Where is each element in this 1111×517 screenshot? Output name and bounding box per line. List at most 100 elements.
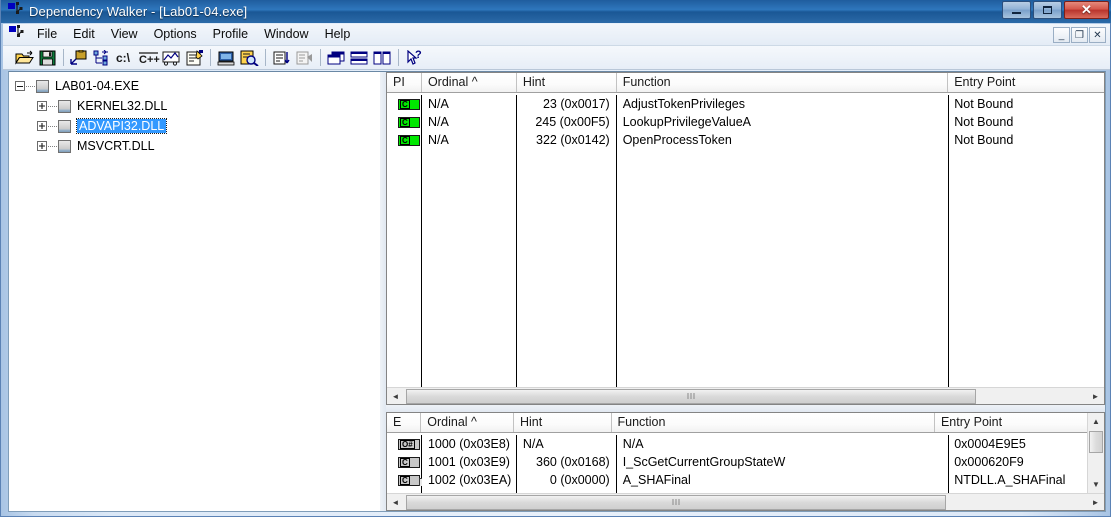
export-list-vscrollbar[interactable]: ▲ ▼ — [1087, 413, 1104, 493]
import-type-cell: C — [387, 134, 422, 146]
hint-cell: N/A — [522, 437, 544, 451]
function-cell: A_SHAFinal — [622, 473, 691, 487]
scroll-down-arrow-icon[interactable]: ▼ — [1088, 476, 1104, 493]
tile-vertical-icon[interactable] — [371, 47, 394, 69]
sort-icon[interactable] — [270, 47, 293, 69]
table-row[interactable]: C N/A 245 (0x00F5) LookupPrivilegeValueA… — [387, 113, 1104, 131]
toolbar-separator-4 — [320, 49, 321, 66]
icon-letter: C — [400, 99, 410, 109]
menu-options[interactable]: Options — [146, 25, 205, 44]
scroll-left-arrow-icon[interactable]: ◄ — [387, 493, 404, 510]
column-header-function[interactable]: Function — [616, 73, 949, 92]
collapse-expander-icon[interactable] — [15, 81, 25, 91]
icon-letter: C — [400, 117, 410, 127]
tree-item-label: MSVCRT.DLL — [77, 139, 155, 153]
menu-help[interactable]: Help — [317, 25, 359, 44]
hscroll-track[interactable] — [404, 493, 1087, 510]
scroll-up-arrow-icon[interactable]: ▲ — [1088, 413, 1104, 430]
expand-all-icon[interactable] — [91, 47, 114, 69]
import-type-cell: C — [387, 98, 422, 110]
column-header-hint[interactable]: Hint — [516, 73, 617, 92]
function-cell: I_ScGetCurrentGroupStateW — [622, 455, 786, 469]
import-function-list[interactable]: PI Ordinal ^ Hint Function Entry Point C — [386, 72, 1105, 405]
view-module-paths-icon[interactable] — [160, 47, 183, 69]
table-row[interactable]: C 1001 (0x03E9) 360 (0x0168) I_ScGetCurr… — [387, 453, 1104, 471]
scroll-right-arrow-icon[interactable]: ► — [1087, 493, 1104, 510]
menu-file[interactable]: File — [29, 25, 65, 44]
ordinal-cell: 1002 (0x03EA) — [427, 473, 512, 487]
expand-expander-icon[interactable] — [37, 141, 47, 151]
ordinal-cell: N/A — [427, 97, 449, 111]
dependency-walker-window: Dependency Walker - [Lab01-04.exe] ✕ Fil… — [0, 0, 1111, 517]
expand-expander-icon[interactable] — [37, 101, 47, 111]
menu-window[interactable]: Window — [256, 25, 316, 44]
table-row[interactable]: C N/A 322 (0x0142) OpenProcessToken Not … — [387, 131, 1104, 149]
tree-item-kernel32[interactable]: KERNEL32.DLL — [9, 96, 380, 116]
configure-icon[interactable] — [293, 47, 316, 69]
menu-edit[interactable]: Edit — [65, 25, 103, 44]
mdi-child-icon[interactable] — [9, 25, 24, 44]
hscroll-track[interactable] — [404, 387, 1087, 404]
app-icon — [8, 2, 23, 21]
properties-icon[interactable] — [183, 47, 206, 69]
menu-profile[interactable]: Profile — [205, 25, 256, 44]
vscroll-thumb[interactable] — [1089, 431, 1103, 453]
table-row[interactable]: O# 1000 (0x03E8) N/A N/A 0x0004E9E5 — [387, 435, 1104, 453]
scroll-right-arrow-icon[interactable]: ► — [1087, 387, 1104, 404]
column-header-pi[interactable]: PI — [387, 73, 422, 92]
mdi-close-button[interactable]: ✕ — [1089, 27, 1106, 43]
column-header-e[interactable]: E — [387, 413, 422, 432]
view-log-icon[interactable] — [238, 47, 261, 69]
save-icon[interactable] — [36, 47, 59, 69]
column-header-entry-point[interactable]: Entry Point — [934, 413, 1087, 432]
module-icon — [36, 79, 49, 93]
export-list-hscrollbar[interactable]: ◄ ► — [387, 493, 1104, 510]
toolbar-separator-3 — [265, 49, 266, 66]
undecorate-cpp-icon[interactable]: C++ — [137, 47, 160, 69]
horizontal-splitter[interactable] — [386, 405, 1105, 412]
column-header-function[interactable]: Function — [611, 413, 935, 432]
tree-item-advapi32[interactable]: ADVAPI32.DLL — [9, 116, 380, 136]
table-row[interactable]: C N/A 23 (0x0017) AdjustTokenPrivileges … — [387, 95, 1104, 113]
import-list-header: PI Ordinal ^ Hint Function Entry Point — [387, 73, 1104, 93]
close-button[interactable]: ✕ — [1064, 1, 1109, 19]
undecorate-c-icon[interactable]: c:\ — [114, 47, 137, 69]
view-full-paths-icon[interactable] — [68, 47, 91, 69]
column-header-entry-point[interactable]: Entry Point — [948, 73, 1104, 92]
svg-text:?: ? — [415, 50, 422, 61]
tree-item-label: LAB01-04.EXE — [55, 79, 140, 93]
cascade-icon[interactable] — [325, 47, 348, 69]
column-header-ordinal[interactable]: Ordinal ^ — [421, 73, 517, 92]
tree-item-root[interactable]: LAB01-04.EXE — [9, 76, 380, 96]
mdi-minimize-button[interactable]: _ — [1053, 27, 1070, 43]
expand-expander-icon[interactable] — [37, 121, 47, 131]
hint-cell: 360 (0x0168) — [536, 455, 610, 469]
import-list-hscrollbar[interactable]: ◄ ► — [387, 387, 1104, 404]
module-tree[interactable]: LAB01-04.EXE KERNEL32.DLL ADVAPI32.DLL M… — [9, 72, 380, 511]
menu-view[interactable]: View — [103, 25, 146, 44]
table-row[interactable]: C 1002 (0x03EA) 0 (0x0000) A_SHAFinal NT… — [387, 471, 1104, 489]
toolbar-separator-1 — [63, 49, 64, 66]
mdi-restore-button[interactable]: ❐ — [1071, 27, 1088, 43]
system-info-icon[interactable] — [215, 47, 238, 69]
minimize-button[interactable] — [1002, 1, 1031, 19]
hscroll-thumb[interactable] — [406, 388, 976, 404]
tree-item-msvcrt[interactable]: MSVCRT.DLL — [9, 136, 380, 156]
scroll-left-arrow-icon[interactable]: ◄ — [387, 387, 404, 404]
export-ordinal-only-icon: O# — [398, 438, 420, 450]
forward-tag-icon — [419, 477, 422, 486]
column-header-ordinal[interactable]: Ordinal ^ — [421, 413, 514, 432]
open-icon[interactable] — [13, 47, 36, 69]
export-function-list[interactable]: E Ordinal ^ Hint Function Entry Point O# — [386, 412, 1105, 511]
entry-point-cell: Not Bound — [954, 97, 1014, 111]
import-c-function-icon: C — [398, 116, 420, 128]
import-c-function-icon: C — [398, 98, 420, 110]
column-header-hint[interactable]: Hint — [513, 413, 612, 432]
export-list-header: E Ordinal ^ Hint Function Entry Point — [387, 413, 1087, 433]
maximize-button[interactable] — [1033, 1, 1062, 19]
ordinal-cell: 1001 (0x03E9) — [427, 455, 510, 469]
help-context-icon[interactable]: ? — [403, 47, 426, 69]
svg-text:C++: C++ — [139, 54, 160, 66]
hscroll-thumb[interactable] — [406, 494, 946, 510]
tile-horizontal-icon[interactable] — [348, 47, 371, 69]
